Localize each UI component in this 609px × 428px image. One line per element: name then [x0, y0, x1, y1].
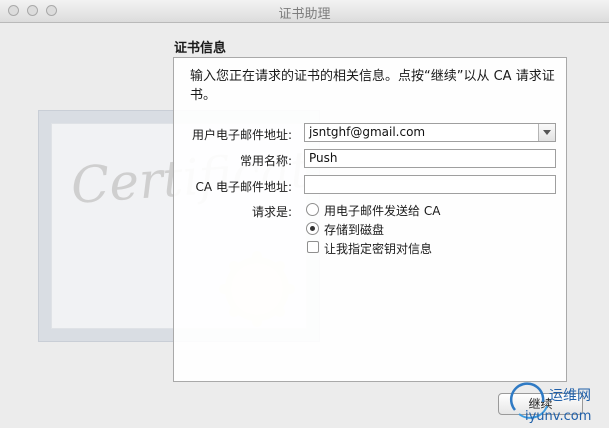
watermark-logo: 运维网 iyunv.com: [509, 382, 591, 424]
common-name-label: 常用名称:: [239, 154, 292, 168]
watermark-site: iyunv.com: [525, 409, 591, 424]
user-email-label: 用户电子邮件地址:: [191, 128, 292, 142]
window-title: 证书助理: [278, 7, 331, 22]
email-to-ca-label[interactable]: 用电子邮件发送给 CA: [324, 202, 440, 219]
intro-text: 输入您正在请求的证书的相关信息。点按“继续”以从 CA 请求证书。: [190, 69, 555, 103]
common-name-field[interactable]: Push: [304, 149, 556, 168]
request-label: 请求是:: [251, 205, 292, 219]
radio-save-to-disk[interactable]: [306, 222, 319, 235]
title-bar: 证书助理: [0, 0, 609, 23]
section-title: 证书信息: [174, 41, 227, 56]
radio-email-to-ca[interactable]: [306, 203, 319, 216]
ca-email-field[interactable]: [304, 175, 556, 194]
email-dropdown-button[interactable]: [538, 124, 555, 141]
save-to-disk-label[interactable]: 存储到磁盘: [324, 221, 384, 238]
specify-key-checkbox[interactable]: [307, 241, 319, 253]
ca-email-label: CA 电子邮件地址:: [195, 180, 292, 194]
specify-key-label[interactable]: 让我指定密钥对信息: [324, 240, 432, 257]
user-email-value: jsntghf@gmail.com: [309, 125, 426, 139]
user-email-combobox[interactable]: jsntghf@gmail.com: [304, 123, 556, 142]
watermark-brand: 运维网: [549, 388, 591, 404]
common-name-value: Push: [309, 151, 338, 165]
chevron-down-icon: [543, 130, 551, 135]
